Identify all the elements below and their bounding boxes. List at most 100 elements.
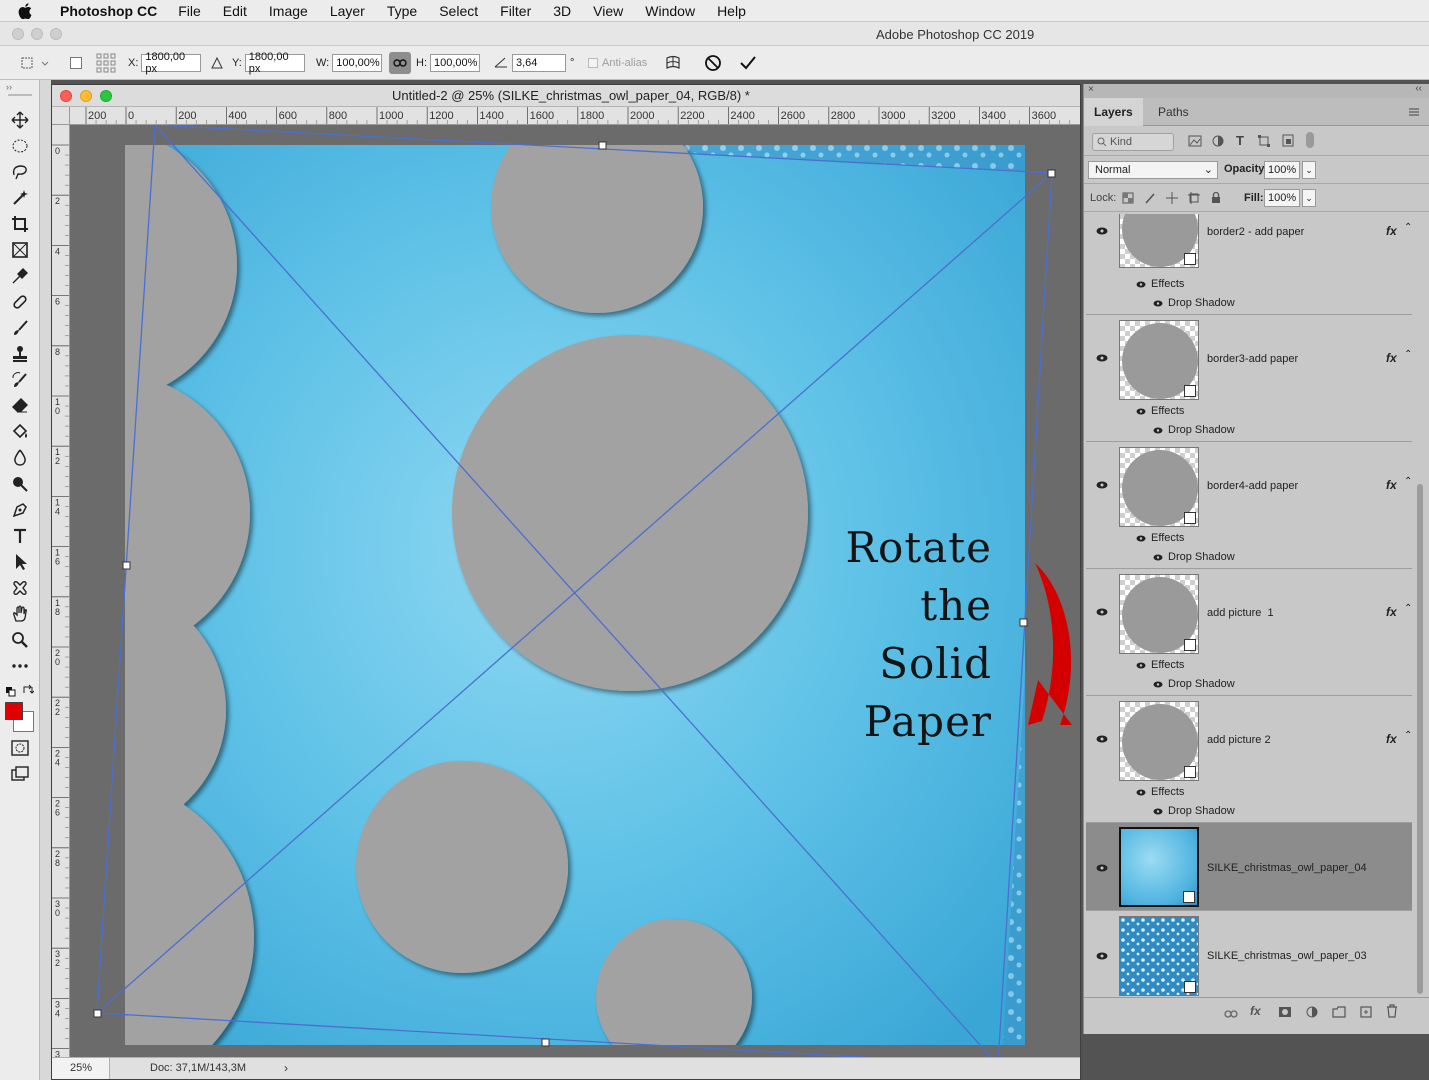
visibility-eye-icon[interactable] <box>1136 408 1146 415</box>
collapse-effects-icon[interactable]: ⌃ <box>1404 476 1412 487</box>
visibility-eye-icon[interactable] <box>1094 480 1110 490</box>
visibility-eye-icon[interactable] <box>1094 607 1110 617</box>
fx-icon[interactable]: fx <box>1386 605 1397 619</box>
panel-menu-icon[interactable] <box>1408 104 1420 122</box>
collapse-effects-icon[interactable]: ⌃ <box>1404 349 1412 360</box>
eraser-tool-icon[interactable] <box>10 396 30 416</box>
layer-name[interactable]: add picture 1 <box>1207 607 1274 619</box>
drop-shadow-row[interactable]: Drop Shadow <box>1153 678 1235 690</box>
zoom-tool-icon[interactable] <box>10 630 30 650</box>
visibility-eye-icon[interactable] <box>1094 951 1110 961</box>
menu-filter[interactable]: Filter <box>500 3 531 19</box>
menu-file[interactable]: File <box>178 3 201 19</box>
fill-dropdown-icon[interactable]: ⌄ <box>1302 189 1316 207</box>
add-layer-style-icon[interactable]: fx <box>1250 1004 1261 1018</box>
dodge-tool-icon[interactable] <box>10 474 30 494</box>
fill-input[interactable]: 100% <box>1264 189 1300 207</box>
visibility-eye-icon[interactable] <box>1153 300 1163 307</box>
visibility-eye-icon[interactable] <box>1136 281 1146 288</box>
blend-mode-select[interactable]: Normal ⌄ <box>1088 161 1218 179</box>
magic-wand-tool-icon[interactable] <box>10 188 30 208</box>
app-name[interactable]: Photoshop CC <box>60 3 157 19</box>
collapse-effects-icon[interactable]: ⌃ <box>1404 222 1412 233</box>
handle-left[interactable] <box>122 561 131 570</box>
marquee-tool-icon[interactable] <box>10 136 30 156</box>
menu-help[interactable]: Help <box>717 3 746 19</box>
move-tool-icon[interactable] <box>10 110 30 130</box>
menu-window[interactable]: Window <box>645 3 695 19</box>
fx-icon[interactable]: fx <box>1386 732 1397 746</box>
screen-mode-icon[interactable] <box>10 764 30 784</box>
handle-bottom-left[interactable] <box>93 1009 102 1018</box>
layer-name[interactable]: border3-add paper <box>1207 353 1298 365</box>
layer-name[interactable]: border2 - add paper <box>1207 226 1304 238</box>
menu-image[interactable]: Image <box>269 3 308 19</box>
effects-row[interactable]: Effects <box>1136 786 1184 798</box>
visibility-eye-icon[interactable] <box>1094 863 1110 873</box>
path-selection-tool-icon[interactable] <box>10 552 30 572</box>
lasso-tool-icon[interactable] <box>10 162 30 182</box>
layer-row-add-picture-2[interactable]: add picture 2 fx ⌃ Effects Drop Shadow <box>1086 696 1412 823</box>
lock-all-icon[interactable] <box>1210 191 1222 207</box>
menu-view[interactable]: View <box>593 3 623 19</box>
drop-shadow-row[interactable]: Drop Shadow <box>1153 424 1235 436</box>
opacity-input[interactable]: 100% <box>1264 161 1300 179</box>
visibility-eye-icon[interactable] <box>1094 226 1110 236</box>
rotation-angle-input[interactable]: 3,64 <box>512 54 566 72</box>
zoom-document-button[interactable] <box>100 90 112 102</box>
y-position-input[interactable]: 1800,00 px <box>244 51 305 75</box>
add-mask-icon[interactable] <box>1278 1005 1292 1023</box>
filter-type-icon[interactable]: T <box>1236 133 1244 148</box>
history-brush-tool-icon[interactable] <box>10 370 30 390</box>
filter-pixel-icon[interactable] <box>1188 135 1202 150</box>
default-colors-icon[interactable] <box>6 684 16 697</box>
lock-pixels-icon[interactable] <box>1144 192 1156 207</box>
height-input[interactable]: 100,00% <box>430 54 480 72</box>
frame-tool-icon[interactable] <box>10 240 30 260</box>
layer-row-owl-paper-04[interactable]: SILKE_christmas_owl_paper_04 <box>1086 823 1412 911</box>
vertical-ruler[interactable]: 024681012141618202224262830323436 <box>52 125 70 1057</box>
link-proportions-button[interactable] <box>389 52 411 74</box>
paint-bucket-tool-icon[interactable] <box>10 422 30 442</box>
filter-shape-icon[interactable] <box>1258 135 1270 150</box>
visibility-eye-icon[interactable] <box>1153 427 1163 434</box>
foreground-color-swatch[interactable] <box>5 702 23 720</box>
layer-name[interactable]: SILKE_christmas_owl_paper_03 <box>1207 950 1367 962</box>
visibility-eye-icon[interactable] <box>1136 789 1146 796</box>
close-window-button[interactable] <box>12 28 24 40</box>
zoom-level-field[interactable]: 25% <box>52 1058 110 1079</box>
antialias-checkbox[interactable] <box>588 58 598 68</box>
filter-smart-object-icon[interactable] <box>1282 134 1294 150</box>
pen-tool-icon[interactable] <box>10 500 30 520</box>
more-tools-icon[interactable] <box>10 656 30 676</box>
blur-tool-icon[interactable] <box>10 448 30 468</box>
stamp-tool-icon[interactable] <box>10 344 30 364</box>
layer-row-border2[interactable]: border2 - add paper fx ⌃ Effects Drop Sh… <box>1086 214 1412 315</box>
layer-row-border4[interactable]: border4-add paper fx ⌃ Effects Drop Shad… <box>1086 442 1412 569</box>
drop-shadow-row[interactable]: Drop Shadow <box>1153 805 1235 817</box>
new-adjustment-layer-icon[interactable] <box>1306 1005 1318 1023</box>
layer-name[interactable]: SILKE_christmas_owl_paper_04 <box>1207 862 1367 874</box>
visibility-eye-icon[interactable] <box>1136 535 1146 542</box>
close-panel-icon[interactable]: × <box>1088 84 1094 95</box>
effects-row[interactable]: Effects <box>1136 405 1184 417</box>
handle-top[interactable] <box>598 141 607 150</box>
visibility-eye-icon[interactable] <box>1153 554 1163 561</box>
transform-tool-icon[interactable] <box>20 46 50 80</box>
collapse-toolbar-icon[interactable]: ›› <box>6 82 12 92</box>
collapse-effects-icon[interactable]: ⌃ <box>1404 603 1412 614</box>
menu-select[interactable]: Select <box>439 3 478 19</box>
status-menu-arrow-icon[interactable]: › <box>284 1061 288 1075</box>
horizontal-ruler[interactable]: 200 0 200 400 600 800 1000 1200 1400 1600 1800 2000… <box>70 107 1080 125</box>
menu-3d[interactable]: 3D <box>553 3 571 19</box>
drop-shadow-row[interactable]: Drop Shadow <box>1153 551 1235 563</box>
reference-point-checkbox[interactable] <box>70 46 82 80</box>
drop-shadow-row[interactable]: Drop Shadow <box>1153 297 1235 309</box>
swap-colors-icon[interactable] <box>22 683 35 695</box>
x-position-input[interactable]: 1800,00 px <box>141 51 202 75</box>
lock-artboard-icon[interactable] <box>1188 192 1200 207</box>
visibility-eye-icon[interactable] <box>1153 808 1163 815</box>
menu-layer[interactable]: Layer <box>330 3 365 19</box>
cancel-transform-icon[interactable] <box>704 46 722 80</box>
menu-type[interactable]: Type <box>387 3 417 19</box>
